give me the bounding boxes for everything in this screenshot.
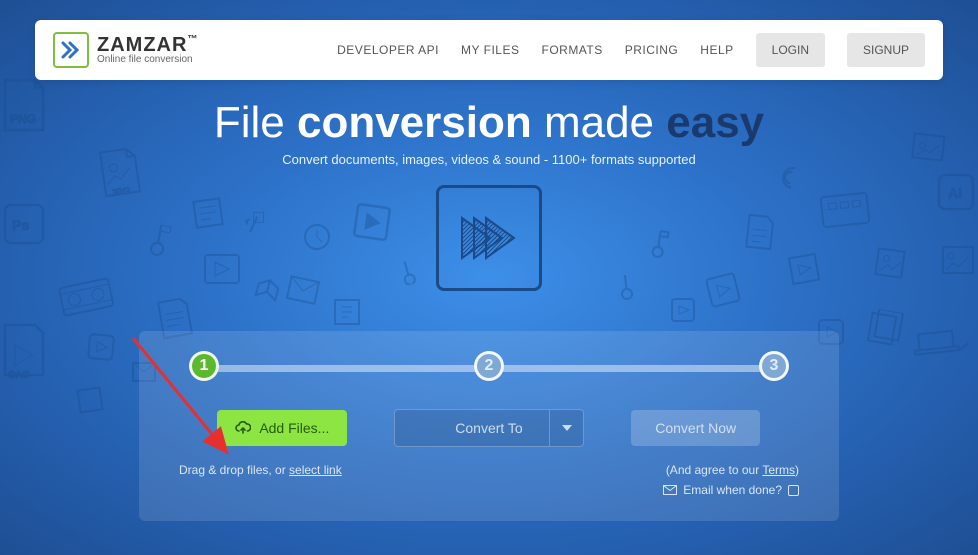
mail-icon (663, 485, 677, 495)
main-nav: DEVELOPER API MY FILES FORMATS PRICING H… (337, 33, 925, 67)
signup-button[interactable]: SIGNUP (847, 33, 925, 67)
nav-developer-api[interactable]: DEVELOPER API (337, 43, 439, 57)
cloud-upload-icon (235, 420, 251, 436)
login-button[interactable]: LOGIN (756, 33, 825, 67)
drag-drop-hint: Drag & drop files, or select link (179, 463, 342, 497)
add-files-button[interactable]: Add Files... (217, 410, 347, 446)
svg-text:JPG: JPG (110, 186, 132, 200)
hero-conversion-icon (436, 185, 542, 291)
svg-text:CAD: CAD (8, 370, 30, 380)
convert-to-dropdown[interactable]: Convert To (394, 409, 584, 447)
step-2: 2 (474, 351, 504, 381)
steps-indicator: 1 2 3 (179, 351, 799, 381)
hero: File conversion made easy Convert docume… (0, 98, 978, 167)
select-link[interactable]: select link (289, 463, 342, 477)
convert-now-button[interactable]: Convert Now (631, 410, 760, 446)
email-checkbox[interactable] (788, 485, 799, 496)
nav-help[interactable]: HELP (700, 43, 733, 57)
hero-subtitle: Convert documents, images, videos & soun… (0, 152, 978, 167)
terms-link[interactable]: Terms (762, 463, 795, 477)
svg-text:Ai: Ai (948, 185, 962, 201)
conversion-panel: 1 2 3 Add Files... Convert To Convert No… (139, 331, 839, 521)
logo[interactable]: ZAMZAR™ Online file conversion (53, 32, 198, 68)
brand-tagline: Online file conversion (97, 55, 198, 65)
nav-my-files[interactable]: MY FILES (461, 43, 519, 57)
hero-title: File conversion made easy (0, 98, 978, 148)
header-bar: ZAMZAR™ Online file conversion DEVELOPER… (35, 20, 943, 80)
terms-agreement: (And agree to our Terms) (663, 463, 799, 477)
chevron-down-icon (549, 410, 583, 446)
email-when-done[interactable]: Email when done? (663, 483, 799, 497)
step-1: 1 (189, 351, 219, 381)
svg-text:Ps: Ps (12, 217, 29, 233)
nav-formats[interactable]: FORMATS (541, 43, 602, 57)
nav-pricing[interactable]: PRICING (625, 43, 679, 57)
step-3: 3 (759, 351, 789, 381)
convert-to-label: Convert To (455, 420, 522, 436)
brand-name: ZAMZAR™ (97, 35, 198, 55)
logo-icon (53, 32, 89, 68)
